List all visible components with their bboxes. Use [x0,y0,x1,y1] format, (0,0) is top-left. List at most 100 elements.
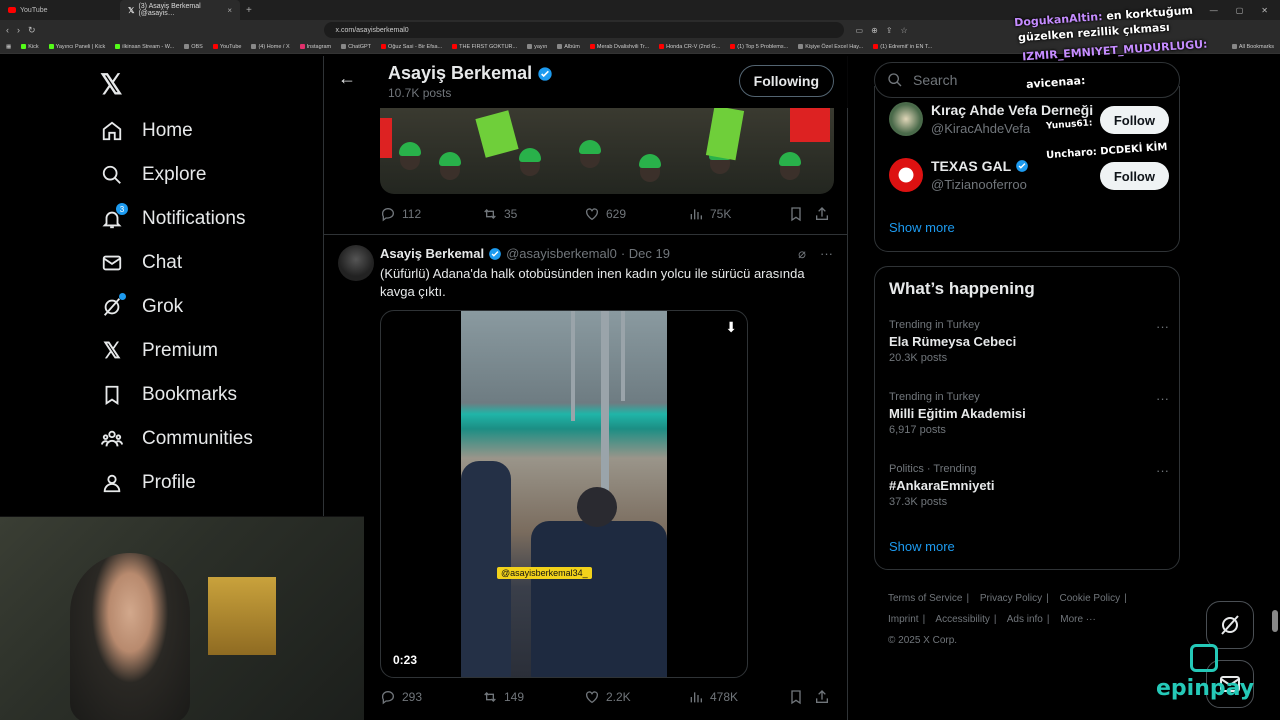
reply-button[interactable]: 112 [380,206,482,222]
more-icon[interactable]: ··· [1156,463,1169,478]
follow-button[interactable]: Follow [1099,162,1169,190]
suggestion-handle: @Tizianooferroo [931,177,1027,192]
nav-notifications[interactable]: 3 Notifications [100,203,246,234]
heart-icon [586,208,598,221]
trend-item[interactable]: Trending in Turkey Ela Rümeysa Cebeci 20… [889,319,1169,364]
bookmarks-bar: ▦ Kick Yayıncı Paneli | Kick ilkinsan St… [0,40,1280,54]
bookmark-item[interactable]: Honda CR-V (2nd G... [659,44,720,50]
reload-icon[interactable]: ↻ [28,25,36,36]
bookmark-item[interactable]: yayın [527,44,547,50]
tweet-author-handle[interactable]: @asayisberkemal0 [506,246,617,261]
bookmark-item[interactable]: Kick [21,44,39,50]
like-button[interactable]: 629 [584,206,688,222]
footer-link[interactable]: Privacy Policy [980,593,1042,604]
x-icon: 𝕏 [103,338,121,363]
minimize-button[interactable]: — [1210,6,1218,15]
close-window-button[interactable]: ✕ [1261,6,1268,15]
nav-chat[interactable]: Chat [100,248,182,278]
bookmark-item[interactable]: ChatGPT [341,44,371,50]
maximize-button[interactable]: ▢ [1236,6,1244,15]
bookmark-item[interactable]: (1) Top 5 Problems... [730,44,788,50]
footer-link[interactable]: More ··· [1060,614,1096,625]
nav-home[interactable]: Home [100,116,193,146]
bookmark-item[interactable]: Kişiye Özel Excel Hay... [798,44,863,50]
reply-icon [381,691,395,705]
bookmark-item[interactable]: (4) Home / X [251,44,290,50]
cast-icon[interactable]: ▭ [856,26,864,35]
nav-bookmarks[interactable]: Bookmarks [100,380,237,410]
nav-communities[interactable]: Communities [100,424,253,454]
x-logo-icon[interactable]: 𝕏 [100,68,123,101]
repost-button[interactable]: 149 [482,689,584,705]
bookmark-item[interactable]: Instagram [299,44,331,50]
grok-icon[interactable]: ⌀ [798,246,806,262]
forward-icon[interactable]: › [17,25,20,35]
show-more-link[interactable]: Show more [889,220,955,235]
views-button[interactable]: 75K [688,206,788,222]
tweet-author-name[interactable]: Asayiş Berkemal [380,246,484,261]
avatar[interactable] [338,245,374,281]
more-icon[interactable]: ··· [1156,391,1169,406]
bookmark-button[interactable] [788,206,814,222]
show-more-link[interactable]: Show more [889,539,955,554]
footer-link[interactable]: Accessibility [935,614,989,625]
url-field[interactable]: x.com/asayisberkemal0 [323,22,844,38]
zoom-icon[interactable]: ⊕ [871,26,878,35]
tweet-actions: 112 35 629 75K [380,204,834,224]
bookmark-button[interactable] [788,689,814,705]
share-icon [816,207,828,220]
star-icon[interactable]: ☆ [901,26,908,35]
repost-button[interactable]: 35 [482,206,584,222]
footer-links: Terms of Service | Privacy Policy | Cookie… [888,593,1127,646]
all-bookmarks[interactable]: All Bookmarks [1231,44,1274,50]
bookmark-item[interactable]: YouTube [212,44,241,50]
more-icon[interactable]: ··· [1156,319,1169,334]
following-button[interactable]: Following [738,65,834,97]
new-tab-button[interactable]: + [240,5,258,16]
trend-item[interactable]: Trending in Turkey Milli Eğitim Akademis… [889,391,1169,436]
video-duration: 0:23 [393,653,418,667]
nav-profile[interactable]: Profile [100,468,196,498]
footer-link[interactable]: Ads info [1007,614,1043,625]
bookmark-item[interactable]: (1) Edremit' in EN T... [873,44,932,50]
bookmark-item[interactable]: Albüm [557,44,580,50]
follow-button[interactable]: Follow [1099,106,1169,134]
tweet-date[interactable]: · Dec 19 [621,246,670,261]
back-icon[interactable]: ‹ [6,25,9,35]
bookmark-item[interactable]: Merab Dvalishvili Tr... [589,44,649,50]
grok-icon [100,293,126,319]
views-button[interactable]: 478K [688,689,788,705]
footer-link[interactable]: Terms of Service [888,593,962,604]
reply-button[interactable]: 293 [380,689,482,705]
bookmark-item[interactable]: OBS [184,44,203,50]
nav-premium[interactable]: 𝕏 Premium [100,336,218,366]
youtube-icon [8,7,16,13]
close-icon[interactable]: × [227,6,232,15]
follow-suggestion[interactable]: TEXAS GAL @Tizianooferroo Follow [889,158,1169,198]
more-icon[interactable]: ··· [820,246,833,262]
scrollbar[interactable] [1272,610,1278,632]
download-icon[interactable]: ⬇ [725,319,737,336]
nav-explore[interactable]: Explore [100,160,206,190]
main-timeline: ← Asayiş Berkemal 10.7K posts Following … [323,56,848,720]
bookmark-item[interactable]: Yayıncı Paneli | Kick [48,44,105,50]
bookmark-item[interactable]: THE FIRST GOKTUR... [452,44,517,50]
apps-icon[interactable]: ▦ [6,44,11,50]
grok-floating-button[interactable] [1206,601,1254,649]
bookmark-item[interactable]: Oğuz Sasi - Bir Efsa... [381,44,442,50]
browser-tab-youtube[interactable]: YouTube [0,0,120,20]
trend-item[interactable]: Politics · Trending #AnkaraEmniyeti 37.3… [889,463,1169,508]
like-button[interactable]: 2.2K [584,689,688,705]
footer-link[interactable]: Imprint [888,614,919,625]
nav-grok[interactable]: Grok [100,292,183,322]
share-icon[interactable]: ⇪ [886,26,893,35]
tweet-image[interactable] [380,108,834,194]
follow-suggestion[interactable]: Kıraç Ahde Vefa Derneği @KiracAhdeVefa F… [889,102,1169,142]
back-arrow-icon[interactable]: ← [338,68,356,89]
share-button[interactable] [814,206,830,222]
browser-tab-x[interactable]: 𝕏 (3) Asayiş Berkemal (@asayis… × [120,0,240,20]
bookmark-item[interactable]: ilkinsan Stream - W... [115,44,174,50]
footer-link[interactable]: Cookie Policy [1060,593,1121,604]
tweet-video[interactable]: @asayisberkemal34_ ⬇ 0:23 [380,310,748,678]
share-button[interactable] [814,689,830,705]
